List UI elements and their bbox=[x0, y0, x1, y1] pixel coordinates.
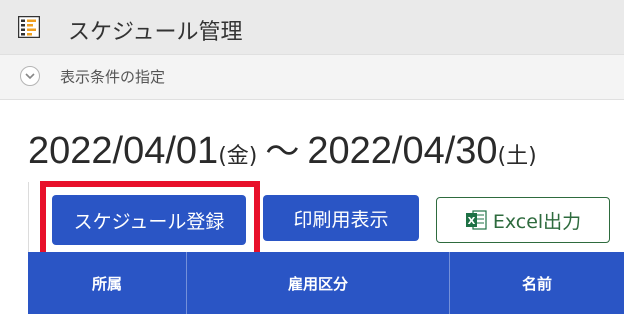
schedule-list-icon bbox=[18, 16, 40, 38]
column-header-name[interactable]: 名前 bbox=[449, 252, 624, 314]
app-title: スケジュール管理 bbox=[68, 20, 243, 45]
table-header: 所属 雇用区分 名前 bbox=[28, 252, 624, 314]
start-date: 2022/04/01 bbox=[28, 130, 219, 172]
svg-text:X: X bbox=[467, 216, 475, 227]
filter-label[interactable]: 表示条件の指定 bbox=[60, 66, 165, 87]
title-bar: スケジュール管理 bbox=[0, 0, 624, 54]
start-weekday: (金) bbox=[218, 144, 258, 169]
print-view-button[interactable]: 印刷用表示 bbox=[263, 195, 419, 241]
excel-export-label: Excel出力 bbox=[492, 210, 582, 233]
column-header-employment-type[interactable]: 雇用区分 bbox=[186, 252, 449, 314]
range-separator: ～ bbox=[265, 132, 300, 172]
end-weekday: (土) bbox=[497, 144, 537, 169]
chevron-down-icon bbox=[25, 73, 35, 80]
end-date: 2022/04/30 bbox=[307, 130, 498, 172]
filter-toggle-button[interactable] bbox=[20, 66, 40, 86]
highlight-box bbox=[40, 181, 260, 259]
excel-export-button[interactable]: X Excel出力 bbox=[436, 197, 610, 243]
toolbar-divider bbox=[28, 182, 29, 252]
column-header-affiliation[interactable]: 所属 bbox=[28, 252, 186, 314]
date-range: 2022/04/01(金) ～ 2022/04/30(土) bbox=[28, 124, 537, 173]
excel-icon: X bbox=[465, 210, 487, 230]
